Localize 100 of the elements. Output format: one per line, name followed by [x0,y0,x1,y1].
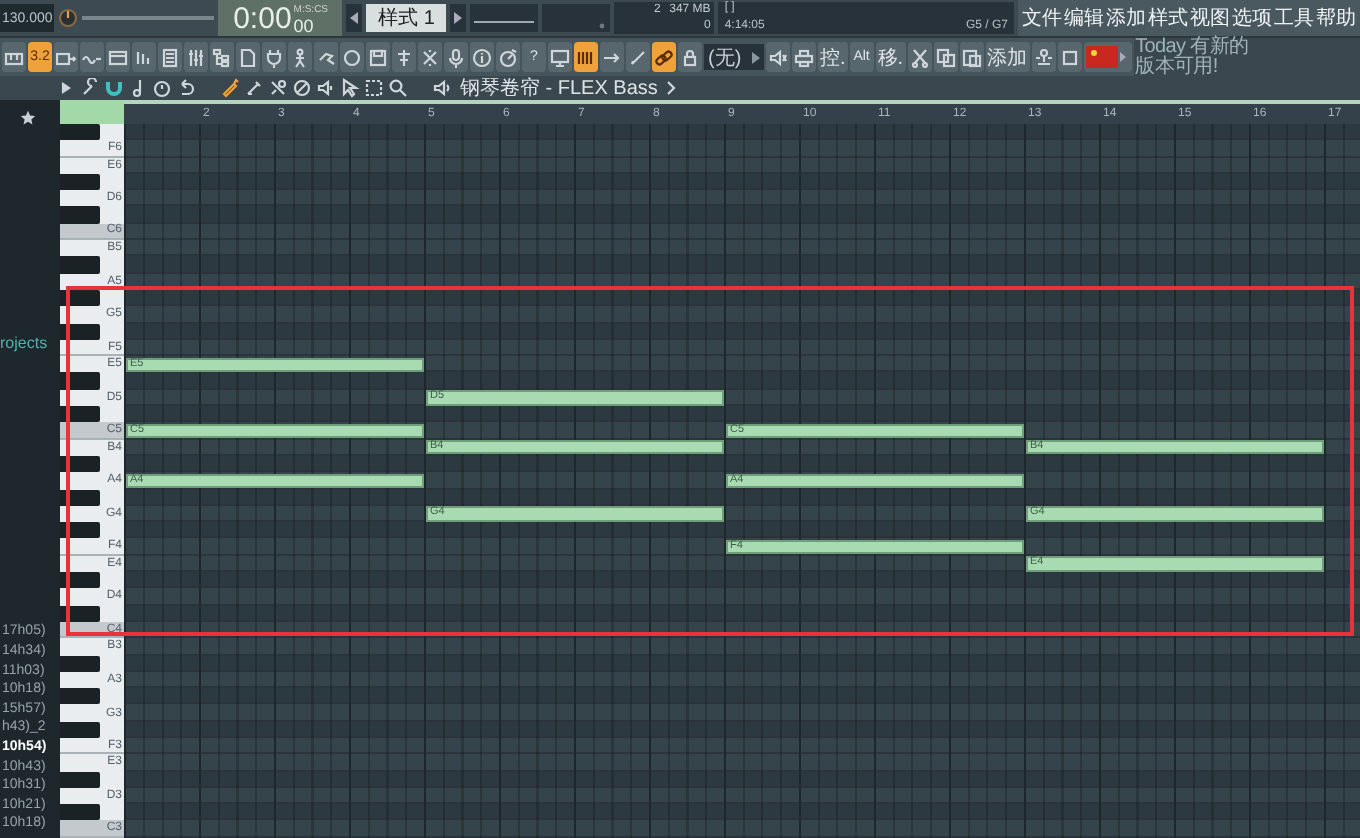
toolbar-button[interactable] [132,42,156,72]
toolbar-button[interactable]: 移. [875,42,906,72]
undo-icon [176,78,196,98]
toolbar-button[interactable] [418,42,442,72]
toolbar-button[interactable] [80,42,104,72]
toolbar-button[interactable] [792,42,816,72]
toolbar-button[interactable] [158,42,182,72]
toolbar-button[interactable] [626,42,650,72]
toolbar-button[interactable] [366,42,390,72]
dropdown[interactable]: (无) [704,44,764,70]
toolbar-button[interactable] [1031,42,1056,72]
toolbar-button[interactable] [2,42,26,72]
time-fraction: 00 [293,16,314,36]
oscilloscope-display [470,4,539,32]
time-text: 0:00 [233,2,292,36]
toolbar-button[interactable] [184,42,208,72]
piano-roll-title[interactable]: 钢琴卷帘 - FLEX Bass [460,74,658,102]
browser-label[interactable]: rojects [0,334,48,352]
stopwatch-icon [152,78,172,98]
toolbar-button[interactable] [392,42,416,72]
mixer-icon [186,47,206,67]
menu-item[interactable]: 编辑 [1064,4,1104,32]
toolbar-button[interactable] [600,42,624,72]
toolbar-button[interactable] [574,42,598,72]
toolbar-button[interactable] [314,42,338,72]
toolbar-button[interactable] [340,42,364,72]
toolbar-button[interactable] [470,42,494,72]
window-icon [108,47,128,67]
magnet-icon [104,78,124,98]
paste-icon [961,47,982,67]
hint-text: Today 有新的 [1135,38,1251,57]
toolbar-button[interactable] [1057,42,1082,72]
previous-button[interactable] [346,4,363,32]
paint-icon [244,78,264,98]
pattern-selector[interactable]: 样式 1 [366,4,447,32]
figure-icon [290,47,310,67]
toolbar-button[interactable] [54,42,78,72]
toolbar-button[interactable] [236,42,260,72]
monitor-icon [550,47,570,67]
caret-icon [752,51,760,63]
toolbar-button[interactable] [678,42,702,72]
toolbar-button[interactable] [652,42,676,72]
flag-icon [1085,46,1118,68]
select-icon [364,78,384,98]
toolbar-button[interactable] [444,42,468,72]
pin-icon [394,47,414,67]
toolbar-button[interactable] [959,42,984,72]
toolbar-button[interactable] [548,42,572,72]
square-icon [1059,47,1080,67]
menu-item[interactable]: 添加 [1106,4,1146,32]
dial-icon [498,47,518,67]
toolbar-button[interactable] [106,42,130,72]
hint-text: 版本可用! [1135,57,1220,76]
hand-icon [316,47,336,67]
flag-dropdown[interactable] [1083,42,1132,72]
save-icon [368,47,388,67]
wrench-icon [80,78,100,98]
ring-icon [342,47,362,67]
oscilloscope-display [542,4,611,32]
speaker-icon [768,47,788,67]
caret-icon [454,12,463,24]
toolbar-button[interactable]: 添加 [985,42,1030,72]
prohibited-icon [292,78,312,98]
bars-icon [134,47,154,67]
toolbar-button[interactable] [288,42,312,72]
knob-icon [58,8,79,28]
brush-icon [220,78,240,98]
next-button[interactable] [450,4,467,32]
slider-line[interactable] [82,16,215,20]
page-icon [238,47,258,67]
toolbar-button[interactable] [262,42,286,72]
toolbar-button[interactable] [210,42,234,72]
menu-item[interactable]: 文件 [1022,4,1062,32]
microphone-icon [446,47,466,67]
printer-icon [794,47,814,67]
copy-icon [935,47,956,67]
tree-icon [212,47,232,67]
toolbar-button[interactable] [766,42,790,72]
timeline-icon [576,47,596,67]
toolbar-button[interactable] [907,42,932,72]
menu-item[interactable]: 视图 [1190,4,1230,32]
menu-item[interactable]: 样式 [1148,4,1188,32]
slice-icon [268,78,288,98]
toolbar-button[interactable]: 控. [818,42,848,72]
select-arrow-icon [340,78,360,98]
keyboard-icon [4,47,24,67]
menu-item[interactable]: 选项 [1232,4,1272,32]
scissors-icon [909,47,930,67]
lock-icon [680,47,700,67]
mute-icon [316,78,336,98]
info-icon [472,47,492,67]
plug-icon [264,47,284,67]
keyboard-arrow-icon [56,47,76,67]
speaker-icon [432,78,452,98]
arrow-icon [602,47,622,67]
toolbar-button[interactable] [496,42,520,72]
toolbar-button[interactable] [933,42,958,72]
menu-item[interactable]: 工具 [1274,4,1314,32]
star-icon[interactable] [20,110,36,126]
menu-item[interactable]: 帮助 [1316,4,1356,32]
